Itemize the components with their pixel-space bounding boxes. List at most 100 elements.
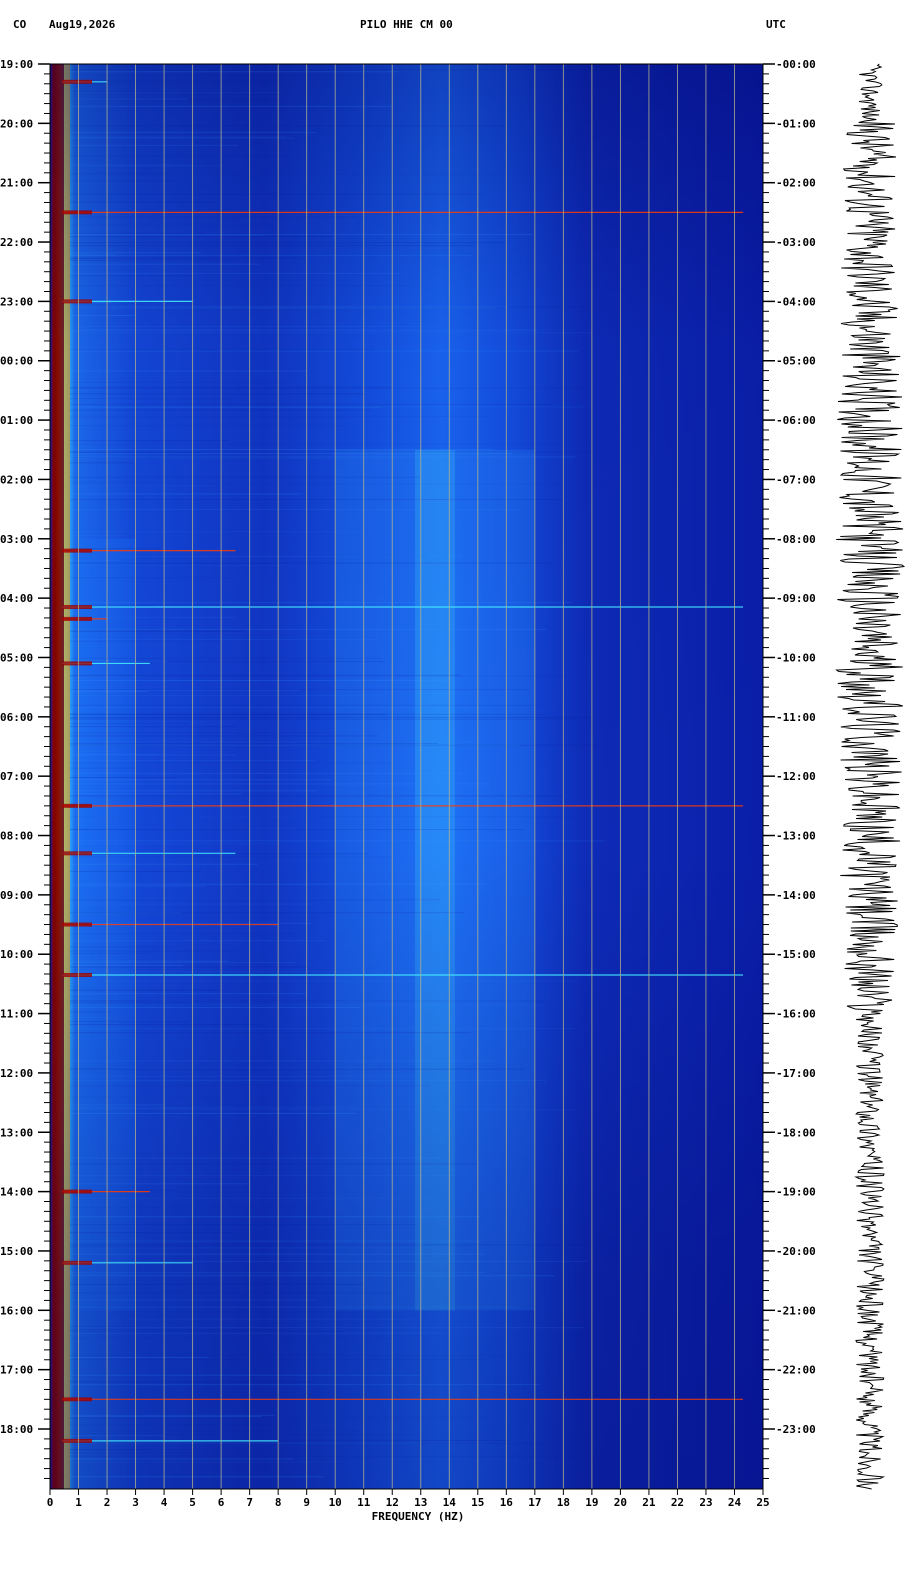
noise-streak	[70, 125, 504, 127]
noise-streak	[70, 933, 303, 935]
noise-streak	[70, 1021, 189, 1023]
noise-streak	[70, 1414, 275, 1416]
noise-streak	[70, 481, 172, 483]
noise-streak	[70, 1002, 188, 1004]
noise-streak	[70, 952, 154, 954]
noise-streak	[70, 742, 439, 744]
noise-streak	[70, 1000, 547, 1002]
noise-streak	[70, 1260, 587, 1262]
x-tick-label: 9	[303, 1496, 310, 1509]
right-time-label: -23:00	[776, 1423, 816, 1436]
x-tick-label: 15	[471, 1496, 484, 1509]
noise-streak	[70, 164, 191, 166]
noise-streak	[70, 332, 592, 334]
right-time-label: -17:00	[776, 1067, 816, 1080]
noise-streak	[70, 885, 206, 887]
noise-streak	[70, 1067, 379, 1069]
noise-streak	[70, 386, 393, 388]
event-burst	[62, 972, 92, 977]
x-tick-label: 11	[357, 1496, 371, 1509]
noise-streak	[70, 1332, 446, 1334]
noise-streak	[70, 1329, 283, 1331]
noise-streak	[70, 1461, 341, 1463]
noise-streak	[70, 602, 572, 604]
noise-streak	[70, 1240, 482, 1242]
noise-streak	[70, 744, 520, 746]
noise-streak	[70, 1076, 447, 1078]
left-time-label: 03:00	[0, 533, 33, 546]
noise-streak	[70, 137, 295, 139]
x-tick-label: 21	[642, 1496, 656, 1509]
noise-streak	[70, 1434, 163, 1436]
right-time-label: -04:00	[776, 295, 816, 308]
noise-streak	[70, 136, 286, 138]
noise-streak	[70, 965, 184, 967]
seismogram-line	[835, 63, 906, 1490]
noise-streak	[70, 1458, 294, 1460]
left-time-label: 15:00	[0, 1245, 33, 1258]
x-tick-label: 23	[699, 1496, 712, 1509]
x-tick-label: 0	[47, 1496, 54, 1509]
noise-streak	[70, 679, 446, 681]
noise-streak	[70, 726, 236, 728]
noise-streak	[70, 966, 309, 968]
noise-streak	[70, 1017, 112, 1019]
noise-streak	[70, 1433, 415, 1435]
noise-streak	[70, 508, 519, 510]
noise-streak	[70, 387, 583, 389]
left-time-label: 16:00	[0, 1304, 33, 1317]
noise-streak	[70, 559, 120, 561]
event-burst	[62, 616, 92, 621]
x-tick-label: 2	[104, 1496, 111, 1509]
noise-streak	[70, 257, 302, 259]
noise-streak	[70, 1232, 232, 1234]
noise-streak	[70, 440, 229, 442]
noise-streak	[70, 1275, 555, 1277]
left-time-label: 11:00	[0, 1008, 33, 1021]
noise-streak	[70, 172, 165, 174]
right-time-label: -13:00	[776, 830, 816, 843]
noise-streak	[70, 216, 359, 218]
plot-area	[50, 64, 763, 1489]
noise-streak	[70, 1337, 395, 1339]
noise-streak	[70, 452, 201, 454]
noise-streak	[70, 329, 538, 331]
x-tick-label: 6	[218, 1496, 225, 1509]
spectrogram-shade	[50, 64, 763, 1489]
left-time-label: 01:00	[0, 414, 33, 427]
noise-streak	[70, 1384, 541, 1386]
x-tick-label: 25	[756, 1496, 769, 1509]
noise-streak	[70, 1326, 134, 1328]
left-time-label: 07:00	[0, 770, 33, 783]
noise-streak	[70, 717, 225, 719]
left-time-label: 20:00	[0, 117, 33, 130]
left-time-label: 00:00	[0, 355, 33, 368]
right-time-label: -12:00	[776, 770, 816, 783]
noise-streak	[70, 1028, 575, 1030]
noise-streak	[70, 1430, 368, 1432]
x-tick-label: 20	[614, 1496, 627, 1509]
right-time-label: -09:00	[776, 592, 816, 605]
noise-streak	[70, 912, 465, 914]
left-time-label: 04:00	[0, 592, 33, 605]
noise-streak	[70, 1306, 522, 1308]
noise-streak	[70, 245, 475, 247]
noise-streak	[70, 530, 366, 532]
noise-streak	[70, 1417, 489, 1419]
noise-streak	[70, 201, 217, 203]
noise-streak	[70, 577, 236, 579]
noise-streak	[70, 144, 239, 146]
noise-streak	[70, 285, 410, 287]
x-tick-label: 8	[275, 1496, 282, 1509]
noise-streak	[70, 639, 379, 641]
right-time-label: -16:00	[776, 1008, 816, 1021]
right-time-label: -02:00	[776, 177, 816, 190]
noise-streak	[70, 898, 331, 900]
noise-streak	[70, 772, 462, 774]
noise-streak	[70, 83, 233, 85]
noise-streak	[70, 449, 494, 451]
noise-streak	[70, 735, 378, 737]
noise-streak	[70, 1327, 584, 1329]
noise-streak	[70, 732, 331, 734]
noise-streak	[70, 1476, 324, 1478]
